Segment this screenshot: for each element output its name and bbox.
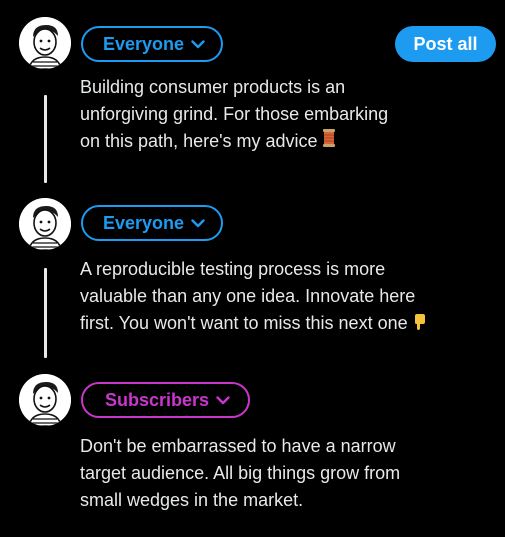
thread-connector-line	[44, 95, 47, 183]
audience-label: Everyone	[103, 33, 185, 54]
chevron-down-icon	[191, 39, 205, 49]
thread-composer: Post all Everyone Building consumer prod…	[0, 0, 505, 537]
avatar	[19, 374, 71, 426]
post-text[interactable]: A reproducible testing process is more v…	[80, 256, 480, 338]
audience-label: Subscribers	[105, 389, 210, 410]
post-text-content: Don't be embarrassed to have a narrow ta…	[80, 436, 401, 510]
audience-label: Everyone	[103, 212, 185, 233]
avatar	[19, 198, 71, 250]
post-text[interactable]: Building consumer products is an unforgi…	[80, 74, 480, 156]
post-text[interactable]: Don't be embarrassed to have a narrow ta…	[80, 433, 480, 514]
avatar	[19, 17, 71, 69]
avatar-illustration	[19, 17, 71, 69]
chevron-down-icon	[216, 395, 230, 405]
post-all-button[interactable]: Post all	[395, 26, 496, 62]
thread-connector-line	[44, 268, 47, 358]
audience-dropdown-button[interactable]: Subscribers	[81, 382, 251, 418]
post-text-content: A reproducible testing process is more v…	[80, 259, 416, 333]
chevron-down-icon	[191, 218, 205, 228]
avatar-illustration	[19, 198, 71, 250]
pointing-down-emoji	[412, 311, 426, 338]
post-text-content: Building consumer products is an unforgi…	[80, 77, 389, 151]
thread-spool-emoji	[322, 128, 336, 156]
avatar-illustration	[19, 374, 71, 426]
audience-dropdown-button[interactable]: Everyone	[81, 205, 224, 241]
audience-dropdown-button[interactable]: Everyone	[81, 26, 224, 62]
